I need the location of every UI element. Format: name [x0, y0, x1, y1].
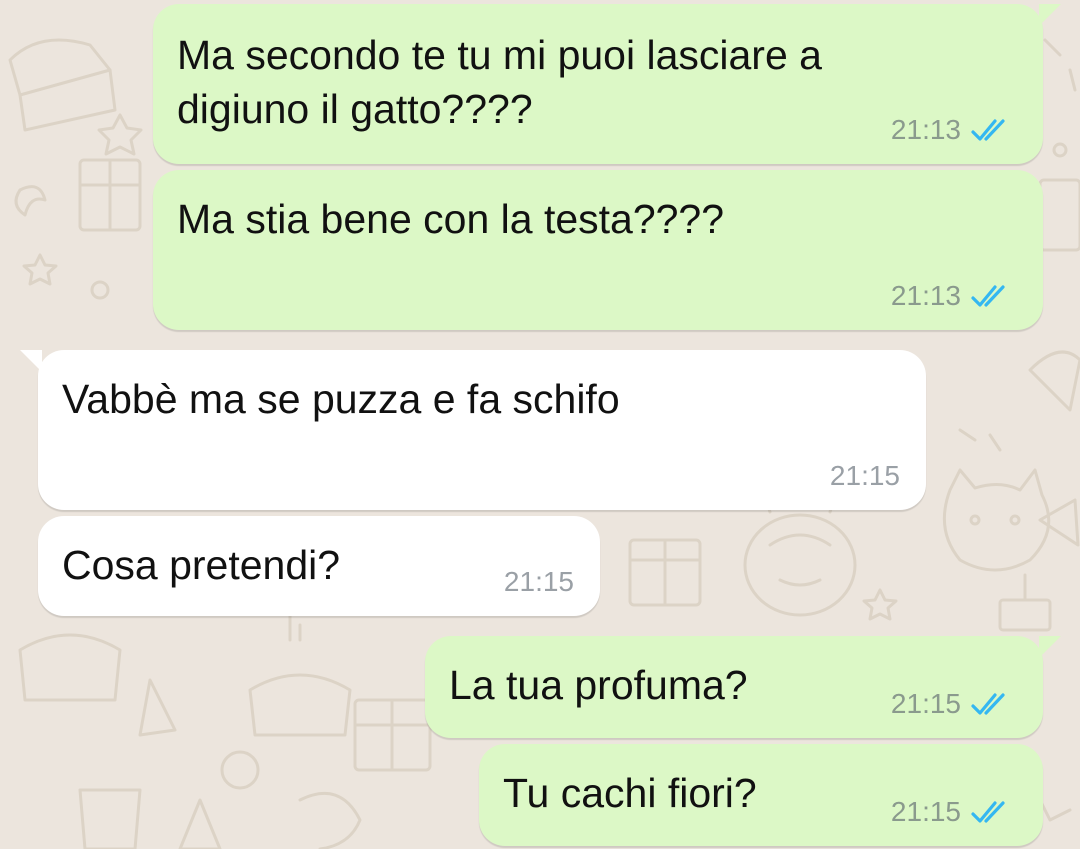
bubble-tail [20, 350, 42, 372]
double-check-read-icon [971, 801, 1005, 823]
message-time: 21:15 [503, 566, 574, 597]
message-time: 21:13 [890, 280, 961, 311]
outgoing-message-bubble[interactable]: Ma secondo te tu mi puoi lasciare a digi… [153, 4, 1061, 164]
message-meta: 21:13 [891, 114, 1015, 146]
incoming-message-bubble[interactable]: Vabbè ma se puzza e fa schifo 21:15 [20, 350, 926, 510]
message-meta: 21:13 [891, 280, 1015, 312]
message-text: Ma secondo te tu mi puoi lasciare a digi… [177, 32, 822, 132]
message-meta: 21:15 [891, 688, 1015, 720]
chat-message-list[interactable]: Ma secondo te tu mi puoi lasciare a digi… [0, 0, 1080, 849]
bubble-tail [1039, 636, 1061, 658]
message-text: Cosa pretendi? [62, 542, 341, 588]
message-time: 21:15 [890, 688, 961, 719]
message-meta: 21:15 [504, 566, 574, 598]
incoming-message-bubble[interactable]: Cosa pretendi? 21:15 [38, 516, 600, 616]
double-check-read-icon [971, 119, 1005, 141]
outgoing-message-bubble[interactable]: Ma stia bene con la testa???? 21:13 [153, 170, 1043, 330]
message-text: Vabbè ma se puzza e fa schifo [62, 376, 620, 422]
message-meta: 21:15 [830, 460, 900, 492]
message-time: 21:15 [890, 796, 961, 827]
double-check-read-icon [971, 693, 1005, 715]
outgoing-message-bubble[interactable]: Tu cachi fiori? 21:15 [479, 744, 1043, 846]
message-time: 21:15 [829, 460, 900, 491]
message-text: Tu cachi fiori? [503, 770, 757, 816]
bubble-tail [1039, 4, 1061, 26]
double-check-read-icon [971, 285, 1005, 307]
message-time: 21:13 [890, 114, 961, 145]
message-text: Ma stia bene con la testa???? [177, 196, 725, 242]
outgoing-message-bubble[interactable]: La tua profuma? 21:15 [425, 636, 1061, 738]
message-text: La tua profuma? [449, 662, 748, 708]
message-meta: 21:15 [891, 796, 1015, 828]
